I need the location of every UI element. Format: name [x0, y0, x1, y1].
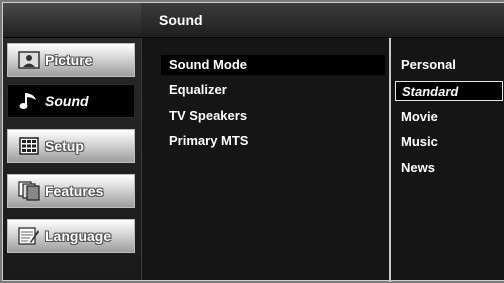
language-icon — [17, 226, 41, 246]
grid-setup-icon — [17, 136, 41, 156]
menu-item-equalizer[interactable]: Equalizer — [161, 80, 385, 100]
features-icon — [17, 181, 41, 201]
menu-item-tv-speakers[interactable]: TV Speakers — [161, 106, 385, 126]
title-bar: Sound — [141, 3, 504, 38]
sidebar-item-sound[interactable]: Sound — [7, 84, 135, 118]
tv-menu-window: Sound Picture Sound Setup Features Langu… — [2, 2, 504, 282]
sidebar-header — [3, 3, 141, 38]
picture-icon — [17, 50, 41, 70]
sidebar-item-label: Language — [45, 228, 112, 244]
sidebar-item-label: Picture — [45, 52, 93, 68]
sidebar-item-language[interactable]: Language — [7, 219, 135, 253]
sidebar-item-label: Setup — [45, 138, 84, 154]
option-news[interactable]: News — [395, 158, 503, 178]
option-music[interactable]: Music — [395, 132, 503, 152]
column-divider — [389, 38, 391, 282]
page-title: Sound — [159, 12, 203, 28]
music-note-icon — [17, 91, 41, 111]
sidebar-item-picture[interactable]: Picture — [7, 43, 135, 77]
menu-item-sound-mode[interactable]: Sound Mode — [161, 55, 385, 75]
sidebar-item-label: Sound — [45, 93, 89, 109]
sidebar-item-label: Features — [45, 183, 104, 199]
sidebar-item-setup[interactable]: Setup — [7, 129, 135, 163]
option-standard[interactable]: Standard — [395, 81, 503, 101]
option-personal[interactable]: Personal — [395, 55, 503, 75]
sidebar-item-features[interactable]: Features — [7, 174, 135, 208]
menu-item-primary-mts[interactable]: Primary MTS — [161, 131, 385, 151]
option-movie[interactable]: Movie — [395, 107, 503, 127]
